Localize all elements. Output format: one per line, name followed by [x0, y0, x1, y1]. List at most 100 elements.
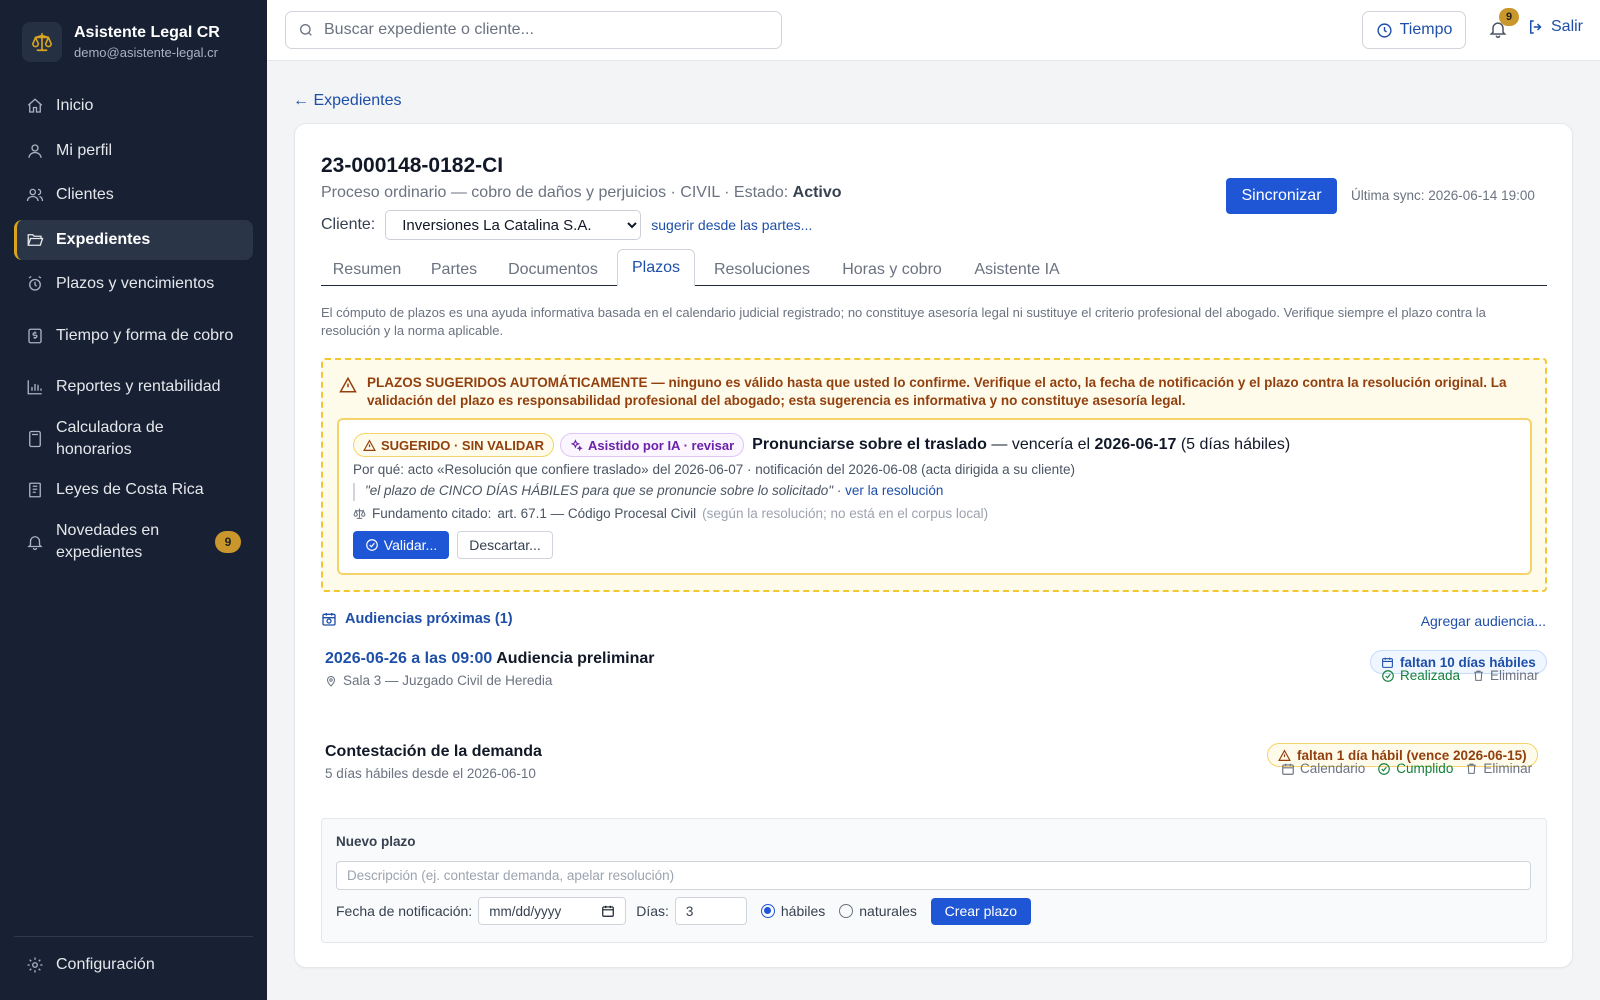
deadline-title: Contestación de la demanda — [325, 743, 542, 760]
suggestion-reason: Por qué: acto «Resolución que confiere t… — [353, 462, 1075, 477]
auto-suggested-warning: PLAZOS SUGERIDOS AUTOMÁTICAMENTE — ningu… — [321, 358, 1547, 592]
foundation-value: art. 67.1 — Código Procesal Civil — [497, 506, 697, 521]
tab-resumen[interactable]: Resumen — [321, 254, 413, 286]
upcoming-hearings-heading[interactable]: Audiencias próximas (1) — [321, 611, 513, 627]
sync-button[interactable]: Sincronizar — [1226, 178, 1337, 214]
deadline-disclaimer: El cómputo de plazos es una ayuda inform… — [321, 305, 1486, 338]
deadline-subtitle: 5 días hábiles desde el 2026-06-10 — [325, 766, 536, 781]
tab-plazos[interactable]: Plazos — [617, 249, 695, 287]
quote-text: "el plazo de CINCO DÍAS HÁBILES para que… — [365, 483, 834, 498]
delete-deadline-button[interactable]: Eliminar — [1465, 761, 1532, 776]
suggestion-tail: (5 días hábiles) — [1176, 436, 1291, 453]
date-placeholder: mm/dd/yyyy — [489, 903, 562, 919]
deadline-item: Contestación de la demanda 5 días hábile… — [325, 743, 542, 781]
create-deadline-button[interactable]: Crear plazo — [930, 897, 1031, 925]
logout-button[interactable]: Salir — [1527, 18, 1583, 36]
deadline-actions: Calendario Cumplido Eliminar — [1281, 761, 1532, 776]
sidebar-item-label: Tiempo y forma de cobro — [56, 326, 234, 344]
hearing-location-row: Sala 3 — Juzgado Civil de Heredia — [325, 673, 655, 688]
tiempo-button[interactable]: Tiempo — [1362, 11, 1466, 49]
search-box[interactable] — [285, 11, 782, 49]
suggestion-quote: "el plazo de CINCO DÍAS HÁBILES para que… — [353, 483, 943, 501]
tab-partes[interactable]: Partes — [415, 254, 493, 286]
ai-badge-label: Asistido por IA · revisar — [588, 437, 735, 453]
tab-resoluciones[interactable]: Resoluciones — [699, 254, 825, 286]
check-circle-icon — [365, 539, 378, 551]
users-icon — [26, 188, 44, 202]
delete-deadline-label: Eliminar — [1483, 761, 1533, 776]
sidebar-item-label: Inicio — [56, 97, 94, 114]
map-pin-icon — [326, 675, 336, 687]
calendar-days-radio[interactable] — [839, 904, 854, 918]
client-row: Cliente: Inversiones La Catalina S.A. su… — [321, 210, 812, 240]
sidebar-divider — [14, 936, 253, 937]
bar-chart-icon — [27, 380, 42, 395]
suggest-from-parties-link[interactable]: sugerir desde las partes... — [651, 217, 812, 233]
sidebar-item-mi-perfil[interactable]: Mi perfil — [14, 131, 253, 171]
settings-label: Configuración — [56, 956, 155, 973]
sidebar-item-label: Plazos y vencimientos — [56, 275, 215, 292]
logout-icon — [1530, 20, 1542, 34]
deadline-description-input[interactable] — [336, 861, 1531, 890]
brand: Asistente Legal CR demo@asistente-legal.… — [22, 22, 220, 62]
folder-open-icon — [27, 233, 44, 246]
warning-heading: PLAZOS SUGERIDOS AUTOMÁTICAMENTE — ningu… — [339, 374, 1519, 410]
sidebar-item-novedades[interactable]: Novedades en expedientes 9 — [14, 515, 253, 569]
scales-logo-icon — [22, 22, 62, 62]
scales-icon — [353, 508, 366, 519]
calendar-export-button[interactable]: Calendario — [1281, 761, 1365, 776]
view-resolution-link[interactable]: ver la resolución — [845, 483, 943, 498]
user-icon — [28, 143, 42, 158]
brand-title: Asistente Legal CR — [74, 24, 220, 41]
calendar-icon — [1382, 657, 1393, 668]
warning-triangle-icon — [339, 376, 357, 393]
unvalidated-badge-label: SUGERIDO · SIN VALIDAR — [381, 437, 544, 453]
tab-documentos[interactable]: Documentos — [495, 254, 611, 286]
unvalidated-badge: SUGERIDO · SIN VALIDAR — [353, 433, 554, 457]
case-number: 23-000148-0182-CI — [321, 154, 504, 177]
sidebar-item-tiempo-cobro[interactable]: Tiempo y forma de cobro — [14, 309, 253, 363]
mark-done-button[interactable]: Cumplido — [1377, 761, 1453, 776]
business-days-radio[interactable] — [760, 904, 775, 918]
sidebar-item-label: Novedades en expedientes — [56, 521, 160, 561]
client-label: Cliente: — [321, 216, 376, 233]
delete-hearing-label: Eliminar — [1490, 668, 1539, 683]
sidebar-item-label: Leyes de Costa Rica — [56, 481, 204, 498]
tab-asistente-ia[interactable]: Asistente IA — [959, 254, 1075, 286]
sidebar-item-label: Calculadora de honorarios — [56, 418, 164, 458]
legal-foundation: Fundamento citado: art. 67.1 — Código Pr… — [353, 506, 988, 521]
sidebar-item-inicio[interactable]: Inicio — [14, 86, 253, 126]
add-hearing-link[interactable]: Agregar audiencia... — [1421, 613, 1546, 629]
notification-count-badge: 9 — [1499, 8, 1519, 26]
search-icon — [300, 24, 312, 36]
client-select[interactable]: Inversiones La Catalina S.A. — [385, 210, 642, 240]
suggestion-action: Pronunciarse sobre el traslado — [752, 436, 987, 453]
sidebar-item-clientes[interactable]: Clientes — [14, 175, 253, 215]
business-days-label: hábiles — [780, 903, 826, 919]
notification-date-input[interactable]: mm/dd/yyyy — [478, 897, 627, 925]
delete-hearing-button[interactable]: Eliminar — [1472, 668, 1539, 683]
calendar-icon[interactable] — [601, 904, 615, 918]
sidebar-item-leyes[interactable]: Leyes de Costa Rica — [14, 470, 253, 510]
sidebar-nav: Inicio Mi perfil Clientes Expedientes Pl… — [14, 86, 253, 573]
case-subtitle: Proceso ordinario — cobro de daños y per… — [321, 184, 842, 202]
discard-button[interactable]: Descartar... — [457, 531, 553, 559]
foundation-label: Fundamento citado: — [372, 506, 492, 521]
mark-held-button[interactable]: Realizada — [1381, 668, 1460, 683]
settings-link[interactable]: Configuración — [26, 956, 155, 974]
gear-icon — [27, 957, 43, 973]
sidebar-item-expedientes[interactable]: Expedientes — [14, 219, 253, 260]
sidebar-item-reportes[interactable]: Reportes y rentabilidad — [14, 367, 253, 407]
sidebar-item-label: Reportes y rentabilidad — [56, 378, 221, 395]
tab-horas-cobro[interactable]: Horas y cobro — [829, 254, 955, 286]
ai-assisted-badge: Asistido por IA · revisar — [560, 433, 745, 457]
validate-button[interactable]: Validar... — [353, 531, 449, 559]
sidebar-item-plazos[interactable]: Plazos y vencimientos — [14, 264, 253, 304]
search-input[interactable] — [324, 21, 764, 39]
home-icon — [27, 98, 43, 113]
calendar-clock-icon — [322, 613, 336, 626]
back-to-expedientes-link[interactable]: ← Expedientes — [293, 92, 402, 110]
sidebar-item-calculadora[interactable]: Calculadora de honorarios — [14, 412, 253, 466]
days-input[interactable] — [674, 897, 747, 925]
hearing-title-row: 2026-06-26 a las 09:00 Audiencia prelimin… — [325, 650, 655, 668]
